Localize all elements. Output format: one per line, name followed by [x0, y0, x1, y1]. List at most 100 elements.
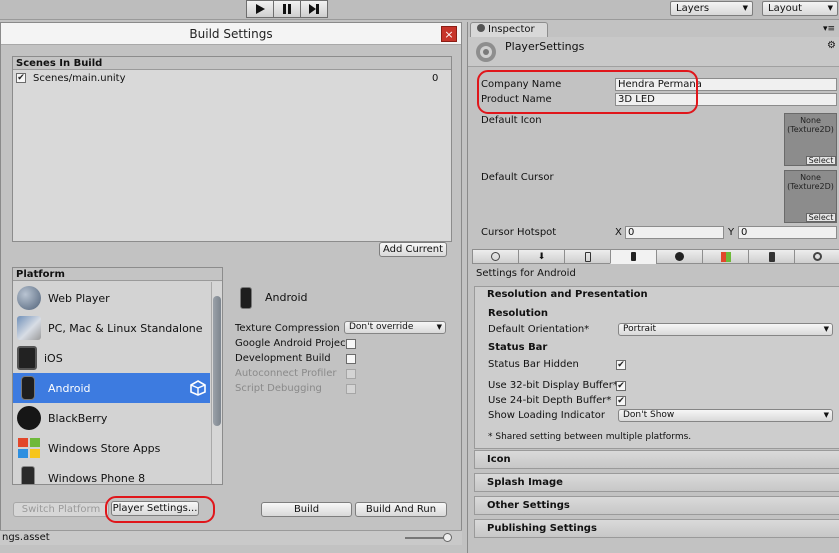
inspector-title: PlayerSettings	[505, 40, 585, 53]
autoconnect-profiler-checkbox	[346, 369, 356, 379]
default-icon-slot[interactable]: None (Texture2D) Select	[784, 113, 837, 166]
windows-phone-icon	[21, 466, 35, 484]
status-bar-hidden-checkbox[interactable]: ✔	[616, 360, 626, 370]
script-debugging-label: Script Debugging	[235, 383, 322, 394]
tab-ios[interactable]	[564, 249, 611, 264]
check-icon: ✔	[17, 73, 25, 83]
switch-platform-button: Switch Platform	[13, 502, 109, 517]
check-icon: ✔	[617, 381, 625, 391]
use-24bit-checkbox[interactable]: ✔	[616, 396, 626, 406]
zoom-slider-track[interactable]	[405, 537, 447, 539]
resolution-presentation-section: Resolution and Presentation Resolution D…	[474, 286, 839, 449]
scenes-in-build-panel: Scenes In Build ✔ Scenes/main.unity 0	[12, 56, 452, 242]
android-icon	[21, 376, 35, 400]
platform-item-windows-phone[interactable]: Windows Phone 8	[13, 463, 210, 484]
default-orientation-value: Portrait	[623, 324, 657, 334]
platform-item-windows-store[interactable]: Windows Store Apps	[13, 433, 210, 463]
build-button[interactable]: Build	[261, 502, 352, 517]
platform-label: Android	[48, 381, 91, 395]
check-icon: ✔	[617, 360, 625, 370]
tab-inspector[interactable]: Inspector	[470, 22, 548, 37]
scene-checkbox[interactable]: ✔	[16, 73, 26, 83]
unity-logo-icon	[190, 380, 206, 396]
script-debugging-checkbox	[346, 384, 356, 394]
select-button[interactable]: Select	[806, 156, 836, 165]
layout-label: Layout	[768, 3, 802, 14]
tab-standalone[interactable]: ⬇	[518, 249, 565, 264]
blackberry-icon	[17, 406, 41, 430]
default-cursor-slot[interactable]: None (Texture2D) Select	[784, 170, 837, 223]
cursor-hotspot-label: Cursor Hotspot	[481, 227, 557, 238]
inspector-panel: Inspector ▾≡ PlayerSettings ⚙ Company Na…	[467, 22, 839, 553]
status-bar-hidden-label: Status Bar Hidden	[488, 359, 579, 370]
globe-icon	[17, 286, 41, 310]
tab-windows-store[interactable]	[702, 249, 749, 264]
info-icon	[477, 24, 485, 32]
pause-button[interactable]	[273, 0, 301, 18]
globe-icon	[491, 252, 500, 261]
show-loading-label: Show Loading Indicator	[488, 410, 605, 421]
platform-label: BlackBerry	[48, 411, 108, 425]
texture-compression-dropdown[interactable]: Don't override ▼	[344, 321, 446, 334]
section-header[interactable]: Resolution and Presentation	[487, 289, 648, 300]
status-bar-subheader: Status Bar	[488, 342, 548, 353]
phone-icon	[584, 251, 591, 262]
play-button[interactable]	[246, 0, 274, 18]
texture-none-text: None (Texture2D)	[787, 173, 834, 191]
splash-image-section-header[interactable]: Splash Image	[474, 473, 839, 492]
tab-web-player[interactable]	[472, 249, 519, 264]
platform-item-web-player[interactable]: Web Player	[13, 283, 210, 313]
platform-item-blackberry[interactable]: BlackBerry	[13, 403, 210, 433]
close-icon: ×	[444, 28, 454, 41]
hotspot-x-label: X	[615, 227, 622, 238]
platform-item-standalone[interactable]: PC, Mac & Linux Standalone	[13, 313, 210, 343]
annotation-highlight	[477, 70, 698, 114]
chevron-down-icon: ▼	[436, 323, 442, 331]
layers-dropdown[interactable]: Layers ▼	[670, 1, 753, 16]
settings-for-label: Settings for Android	[476, 268, 576, 279]
build-and-run-button[interactable]: Build And Run	[355, 502, 447, 517]
platform-scrollbar[interactable]	[211, 282, 222, 484]
other-settings-section-header[interactable]: Other Settings	[474, 496, 839, 515]
development-build-checkbox[interactable]	[346, 354, 356, 364]
status-text: ngs.asset	[2, 532, 50, 543]
hotspot-x-field[interactable]: 0	[625, 226, 724, 239]
scene-row[interactable]: ✔ Scenes/main.unity 0	[16, 73, 448, 85]
tab-android[interactable]	[610, 249, 657, 264]
layers-label: Layers	[676, 3, 710, 14]
use-24bit-label: Use 24-bit Depth Buffer*	[488, 395, 612, 406]
default-orientation-dropdown[interactable]: Portrait ▼	[618, 323, 833, 336]
platform-item-ios[interactable]: iOS	[13, 343, 210, 373]
tizen-icon	[813, 252, 822, 261]
chevron-down-icon: ▼	[742, 4, 748, 12]
show-loading-dropdown[interactable]: Don't Show ▼	[618, 409, 833, 422]
hotspot-y-field[interactable]: 0	[738, 226, 837, 239]
google-android-project-label: Google Android Project	[235, 338, 350, 349]
use-32bit-checkbox[interactable]: ✔	[616, 381, 626, 391]
step-button[interactable]	[300, 0, 328, 18]
platform-label: PC, Mac & Linux Standalone	[48, 321, 203, 335]
google-android-project-checkbox[interactable]	[346, 339, 356, 349]
shared-setting-note: * Shared setting between multiple platfo…	[488, 432, 692, 442]
platform-list: Platform Web Player PC, Mac & Linux Stan…	[12, 267, 223, 485]
zoom-slider-handle[interactable]	[443, 533, 452, 542]
scrollbar-thumb[interactable]	[213, 296, 221, 426]
window-title: Build Settings	[1, 23, 461, 45]
android-icon	[631, 252, 636, 261]
close-button[interactable]: ×	[441, 26, 457, 42]
publishing-settings-section-header[interactable]: Publishing Settings	[474, 519, 839, 538]
layout-dropdown[interactable]: Layout ▼	[762, 1, 838, 16]
panel-menu-icon[interactable]: ▾≡	[823, 24, 835, 34]
tab-windows-phone[interactable]	[748, 249, 795, 264]
tab-blackberry[interactable]	[656, 249, 703, 264]
platform-item-android[interactable]: Android	[13, 373, 210, 403]
pc-mac-linux-icon	[17, 316, 41, 340]
icon-section-header[interactable]: Icon	[474, 450, 839, 469]
platform-label: iOS	[44, 351, 63, 365]
select-button[interactable]: Select	[806, 213, 836, 222]
platform-tabs: ⬇	[472, 249, 839, 264]
build-settings-window: Build Settings × Scenes In Build ✔ Scene…	[0, 22, 462, 541]
add-current-button[interactable]: Add Current	[379, 242, 447, 257]
settings-gear-icon[interactable]: ⚙	[827, 40, 836, 51]
tab-tizen[interactable]	[794, 249, 839, 264]
